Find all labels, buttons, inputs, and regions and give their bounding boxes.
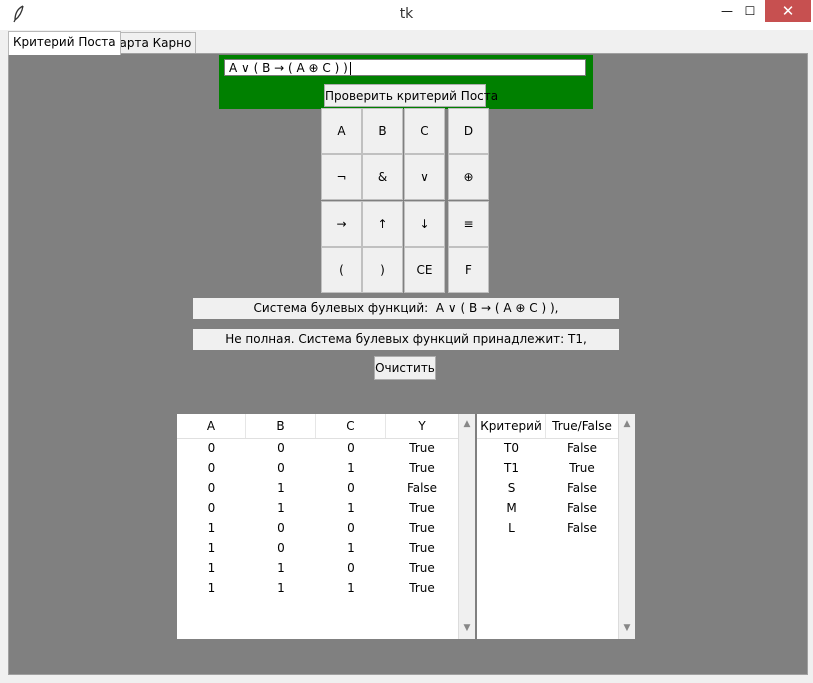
table-cell: False (566, 501, 598, 515)
column-header[interactable]: True/False (546, 414, 618, 438)
table-row[interactable]: 1 1 1 True (177, 578, 458, 598)
table-cell: True (409, 501, 435, 515)
table-row[interactable]: T0 False (477, 438, 618, 458)
table-cell: 1 (277, 481, 285, 495)
table-row[interactable]: M False (477, 498, 618, 518)
system-label: Система булевых функций: A ∨ ( B → ( A ⊕… (193, 298, 619, 319)
column-header[interactable]: Y (386, 414, 458, 438)
table-cell: 0 (207, 501, 216, 515)
key-open-paren[interactable]: ( (321, 247, 362, 293)
table-cell: 0 (347, 441, 355, 455)
key-clear-entry[interactable]: CE (404, 247, 445, 293)
key-c[interactable]: C (404, 108, 445, 154)
scroll-up-icon[interactable]: ▲ (619, 416, 635, 433)
table-cell: M (506, 501, 517, 515)
key-a[interactable]: A (321, 108, 362, 154)
key-xor[interactable]: ⊕ (448, 154, 489, 200)
table-cell: True (409, 581, 435, 595)
key-or[interactable]: ∨ (404, 154, 445, 200)
table-cell: 1 (347, 461, 355, 475)
table-cell: 1 (207, 521, 216, 535)
title-bar: tk — ☐ ✕ (0, 0, 813, 30)
table-cell: 0 (277, 441, 285, 455)
table-cell: S (507, 481, 516, 495)
table-row[interactable]: 0 1 1 True (177, 498, 458, 518)
table-cell: 0 (347, 521, 355, 535)
table-cell: False (566, 481, 598, 495)
table-row[interactable]: S False (477, 478, 618, 498)
truth-table[interactable]: A B C Y 0 0 0 True 0 0 1 True 0 1 0 Fals… (177, 414, 458, 639)
column-header[interactable]: B (246, 414, 316, 438)
key-not[interactable]: ¬ (321, 154, 362, 200)
table-cell: True (409, 461, 435, 475)
table-cell: 0 (207, 461, 216, 475)
table-cell: 1 (277, 501, 285, 515)
table-cell: T1 (504, 461, 519, 475)
check-post-criterion-button[interactable]: Проверить критерий Поста (324, 84, 498, 107)
table-row[interactable]: 0 0 0 True (177, 438, 458, 458)
key-nand[interactable]: ↑ (362, 201, 403, 247)
column-header[interactable]: C (316, 414, 386, 438)
close-button[interactable]: ✕ (765, 0, 811, 22)
table-cell: L (508, 521, 515, 535)
window-title: tk (399, 6, 414, 22)
key-and[interactable]: & (362, 154, 403, 200)
table-cell: 1 (347, 541, 355, 555)
table-cell: True (409, 441, 435, 455)
table-row[interactable]: 1 0 1 True (177, 538, 458, 558)
table-cell: 0 (207, 481, 216, 495)
table-cell: 0 (277, 541, 285, 555)
table-cell: 1 (207, 561, 216, 575)
table-cell: True (569, 461, 595, 475)
key-equiv[interactable]: ≡ (448, 201, 489, 247)
table-cell: 0 (207, 441, 216, 455)
table-cell: True (409, 541, 435, 555)
scroll-up-icon[interactable]: ▲ (459, 416, 475, 433)
key-nor[interactable]: ↓ (404, 201, 445, 247)
result-label: Не полная. Система булевых функций прина… (193, 329, 619, 350)
table-row[interactable]: 0 0 1 True (177, 458, 458, 478)
table-cell: False (566, 521, 598, 535)
table-cell: 0 (277, 461, 285, 475)
table-cell: 1 (207, 541, 216, 555)
table-cell: 0 (277, 521, 285, 535)
criteria-table-scrollbar[interactable]: ▲ ▼ (618, 414, 635, 639)
table-cell: 0 (347, 561, 355, 575)
scroll-down-icon[interactable]: ▼ (619, 620, 635, 637)
table-cell: True (409, 521, 435, 535)
table-cell: 1 (277, 581, 285, 595)
symbol-keypad: A B C D ¬ & ∨ ⊕ → ↑ ↓ ≡ ( ) CE F (321, 108, 489, 294)
table-cell: True (409, 561, 435, 575)
key-b[interactable]: B (362, 108, 403, 154)
table-row[interactable]: T1 True (477, 458, 618, 478)
table-cell: False (406, 481, 438, 495)
table-cell: 0 (347, 481, 355, 495)
column-header[interactable]: A (177, 414, 246, 438)
table-cell: 1 (277, 561, 285, 575)
clear-button[interactable]: Очистить (374, 356, 436, 380)
table-cell: 1 (347, 581, 355, 595)
criteria-table-header: Критерий True/False (477, 414, 618, 439)
key-implies[interactable]: → (321, 201, 362, 247)
key-f[interactable]: F (448, 247, 489, 293)
scroll-down-icon[interactable]: ▼ (459, 620, 475, 637)
maximize-button[interactable]: ☐ (736, 0, 764, 22)
column-header[interactable]: Критерий (477, 414, 546, 438)
truth-table-scrollbar[interactable]: ▲ ▼ (458, 414, 475, 639)
table-cell: False (566, 441, 598, 455)
expression-input[interactable]: A ∨ ( B → ( A ⊕ C ) ) (224, 59, 586, 76)
truth-table-header: A B C Y (177, 414, 458, 439)
criteria-table[interactable]: Критерий True/False T0 False T1 True S F… (477, 414, 618, 639)
table-cell: T0 (504, 441, 519, 455)
table-cell: 1 (207, 581, 216, 595)
table-row[interactable]: 1 1 0 True (177, 558, 458, 578)
table-row[interactable]: 0 1 0 False (177, 478, 458, 498)
table-row[interactable]: 1 0 0 True (177, 518, 458, 538)
key-d[interactable]: D (448, 108, 489, 154)
table-cell: 1 (347, 501, 355, 515)
key-close-paren[interactable]: ) (362, 247, 403, 293)
table-row[interactable]: L False (477, 518, 618, 538)
tab-post-criterion[interactable]: Критерий Поста (8, 31, 121, 55)
